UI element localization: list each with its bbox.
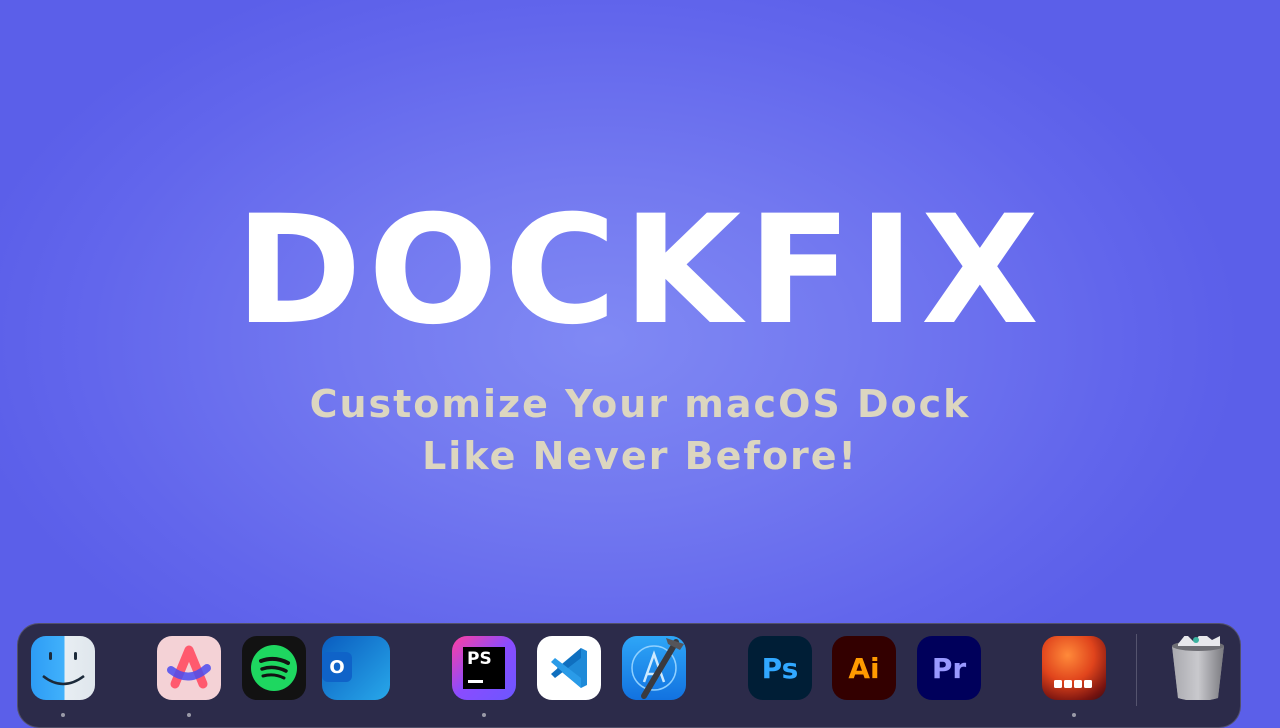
phpstorm-glyph: PS xyxy=(467,649,492,669)
dock-separator xyxy=(1136,634,1137,706)
premiere-icon: Pr xyxy=(931,651,967,685)
running-indicator-finder xyxy=(61,713,65,717)
dock-app-photoshop[interactable]: Ps xyxy=(748,636,812,700)
subtitle-line-1: Customize Your macOS Dock xyxy=(309,382,971,426)
dock-app-premiere[interactable]: Pr xyxy=(917,636,981,700)
outlook-icon: O xyxy=(322,652,352,682)
photoshop-icon: Ps xyxy=(761,651,799,685)
dock-app-xcode[interactable] xyxy=(622,636,686,700)
xcode-icon xyxy=(631,638,684,699)
running-indicator-arc xyxy=(187,713,191,717)
arc-browser-icon xyxy=(167,645,211,689)
running-indicator-phpstorm xyxy=(482,713,486,717)
dock-app-phpstorm[interactable]: PS xyxy=(452,636,516,700)
subtitle-line-2: Like Never Before! xyxy=(422,434,858,478)
dock-app-spotify[interactable] xyxy=(242,636,306,700)
vscode-icon xyxy=(551,648,587,688)
dock-app-outlook[interactable]: O xyxy=(322,636,390,700)
dock-app-vscode[interactable] xyxy=(537,636,601,700)
dock-app-finder[interactable] xyxy=(31,636,95,700)
dock-app-arc[interactable] xyxy=(157,636,221,700)
dock-app-trash[interactable] xyxy=(1166,636,1230,700)
trash-icon xyxy=(1172,636,1224,700)
spotify-icon xyxy=(251,645,297,691)
hero-title: DOCKFIX xyxy=(234,184,1046,358)
phpstorm-icon: PS xyxy=(463,647,505,689)
dock-app-dockfix[interactable] xyxy=(1042,636,1106,700)
illustrator-icon: Ai xyxy=(848,651,880,685)
hero-subtitle: Customize Your macOS Dock Like Never Bef… xyxy=(0,378,1280,482)
dockfix-icon xyxy=(1054,680,1092,688)
running-indicator-dockfix xyxy=(1072,713,1076,717)
finder-icon xyxy=(42,652,85,686)
dock-app-illustrator[interactable]: Ai xyxy=(832,636,896,700)
